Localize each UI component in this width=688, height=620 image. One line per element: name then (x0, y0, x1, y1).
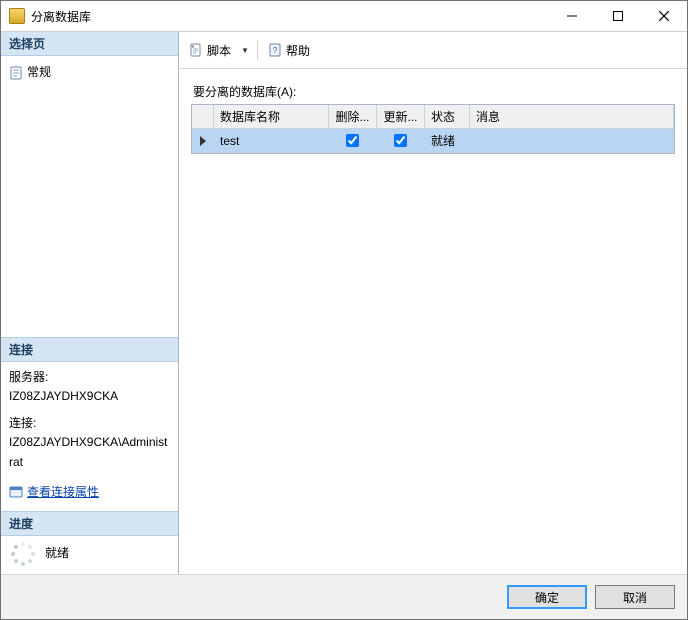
content-area: 要分离的数据库(A): 数据库名称 删除... 更新... 状态 消息 test (179, 69, 687, 574)
script-icon (189, 43, 203, 57)
right-panel: 脚本 ▼ ? 帮助 要分离的数据库(A): 数据库名称 (179, 32, 687, 574)
grid-header: 数据库名称 删除... 更新... 状态 消息 (192, 105, 674, 129)
minimize-button[interactable] (549, 1, 595, 31)
col-header-update[interactable]: 更新... (377, 105, 425, 129)
row-selector[interactable] (192, 129, 214, 153)
view-connection-properties[interactable]: 查看连接属性 (9, 482, 170, 503)
svg-text:?: ? (273, 46, 278, 55)
view-connection-properties-link[interactable]: 查看连接属性 (27, 483, 99, 502)
connection-header: 连接 (1, 337, 178, 362)
cancel-button[interactable]: 取消 (595, 585, 675, 609)
grid-corner (192, 105, 214, 129)
cell-status: 就绪 (425, 129, 470, 153)
server-label: 服务器: (9, 368, 170, 387)
cell-message (470, 129, 674, 153)
col-header-message[interactable]: 消息 (470, 105, 674, 129)
col-header-name[interactable]: 数据库名称 (214, 105, 329, 129)
select-page-header: 选择页 (1, 32, 178, 56)
select-page-body: 常规 (1, 56, 178, 337)
toolbar: 脚本 ▼ ? 帮助 (179, 32, 687, 69)
database-icon (9, 8, 25, 24)
databases-grid[interactable]: 数据库名称 删除... 更新... 状态 消息 test (191, 104, 675, 154)
progress-header: 进度 (1, 511, 178, 536)
page-icon (9, 66, 23, 80)
cell-update (377, 129, 425, 153)
progress-spinner-icon (11, 542, 35, 566)
close-button[interactable] (641, 1, 687, 31)
connection-body: 服务器: IZ08ZJAYDHX9CKA 连接: IZ08ZJAYDHX9CKA… (1, 362, 178, 511)
window-title: 分离数据库 (31, 8, 91, 25)
progress-body: 就绪 (1, 536, 178, 574)
cell-delete (329, 129, 377, 153)
help-icon: ? (268, 43, 282, 57)
dialog-footer: 确定 取消 (1, 574, 687, 619)
server-value: IZ08ZJAYDHX9CKA (9, 387, 170, 406)
maximize-button[interactable] (595, 1, 641, 31)
script-button-label: 脚本 (207, 42, 231, 59)
row-current-indicator-icon (200, 136, 206, 146)
cell-db-name[interactable]: test (214, 129, 329, 153)
col-header-delete[interactable]: 删除... (329, 105, 377, 129)
script-button[interactable]: 脚本 (185, 40, 235, 61)
page-item-general[interactable]: 常规 (9, 62, 170, 83)
help-button[interactable]: ? 帮助 (264, 40, 314, 61)
update-checkbox[interactable] (394, 134, 407, 147)
page-item-label: 常规 (27, 63, 51, 82)
properties-icon (9, 485, 23, 499)
connection-label: 连接: (9, 414, 170, 433)
left-panel: 选择页 常规 连接 服务器: IZ08ZJAYDHX9CKA 连接: (1, 32, 179, 574)
ok-button[interactable]: 确定 (507, 585, 587, 609)
table-row[interactable]: test 就绪 (192, 129, 674, 153)
connection-value: IZ08ZJAYDHX9CKA\Administrat (9, 433, 170, 471)
toolbar-separator (257, 40, 258, 60)
script-dropdown-caret[interactable]: ▼ (239, 46, 251, 55)
delete-checkbox[interactable] (346, 134, 359, 147)
detach-prompt: 要分离的数据库(A): (193, 83, 675, 100)
progress-status: 就绪 (45, 544, 69, 563)
titlebar[interactable]: 分离数据库 (1, 1, 687, 32)
col-header-status[interactable]: 状态 (425, 105, 470, 129)
help-button-label: 帮助 (286, 42, 310, 59)
detach-database-dialog: 分离数据库 选择页 常规 (0, 0, 688, 620)
